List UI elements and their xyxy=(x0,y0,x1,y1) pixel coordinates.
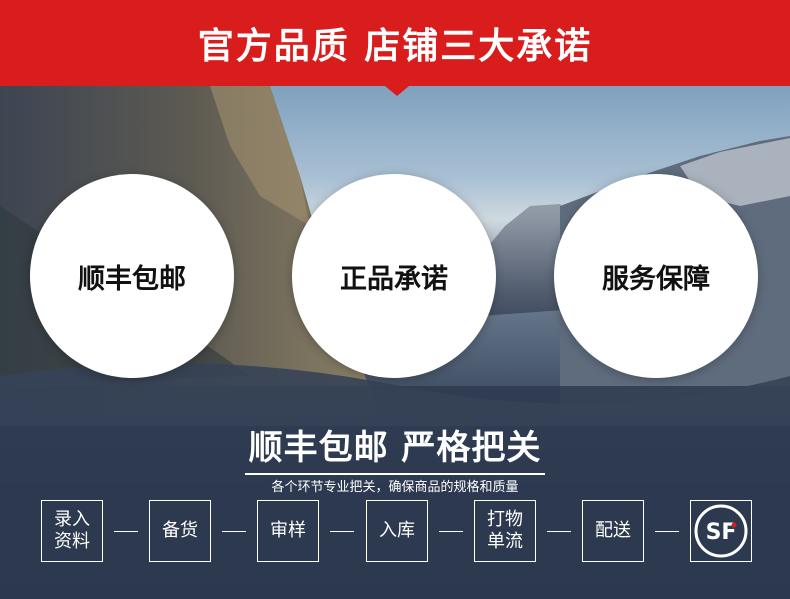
process-steps: 录入 资料 备货 审样 入库 打物 单流 配送 SF xyxy=(0,500,790,566)
step-connector xyxy=(330,531,354,532)
header-banner: 官方品质 店铺三大承诺 xyxy=(0,0,790,86)
step-connector xyxy=(655,531,679,532)
step-line: 打物 xyxy=(487,509,523,530)
step-connector xyxy=(222,531,246,532)
step-line: 审样 xyxy=(270,520,306,541)
step-line: 配送 xyxy=(595,520,631,541)
step-box-input-info: 录入 资料 xyxy=(41,500,103,562)
step-line: 单流 xyxy=(487,531,523,552)
section-heading: 顺丰包邮 严格把关 xyxy=(0,420,790,475)
banner-title: 官方品质 店铺三大承诺 xyxy=(197,26,593,67)
step-box-stock: 备货 xyxy=(149,500,211,562)
step-box-warehouse: 入库 xyxy=(366,500,428,562)
section-subtitle: 各个环节专业把关，确保商品的规格和质量 xyxy=(271,480,519,495)
promise-label: 正品承诺 xyxy=(340,263,448,295)
section-title: 顺丰包邮 严格把关 xyxy=(244,420,546,475)
step-connector xyxy=(114,531,138,532)
promise-label: 顺丰包邮 xyxy=(78,263,186,295)
sf-express-logo-icon: SF xyxy=(690,500,752,562)
step-line: 备货 xyxy=(162,520,198,541)
banner-pointer xyxy=(385,86,409,96)
step-connector xyxy=(547,531,571,532)
promise-circle-service: 服务保障 xyxy=(554,174,758,378)
step-box-print-waybill: 打物 单流 xyxy=(474,500,536,562)
step-box-inspect: 审样 xyxy=(257,500,319,562)
sf-logo-text: SF xyxy=(706,520,737,545)
step-line: 入库 xyxy=(379,520,415,541)
step-connector xyxy=(439,531,463,532)
promise-circle-genuine: 正品承诺 xyxy=(292,174,496,378)
step-line: 资料 xyxy=(54,531,90,552)
promise-circle-shipping: 顺丰包邮 xyxy=(30,174,234,378)
step-box-delivery: 配送 xyxy=(582,500,644,562)
sf-logo-graphic: SF xyxy=(694,504,748,558)
step-line: 录入 xyxy=(54,509,90,530)
promise-label: 服务保障 xyxy=(602,263,710,295)
